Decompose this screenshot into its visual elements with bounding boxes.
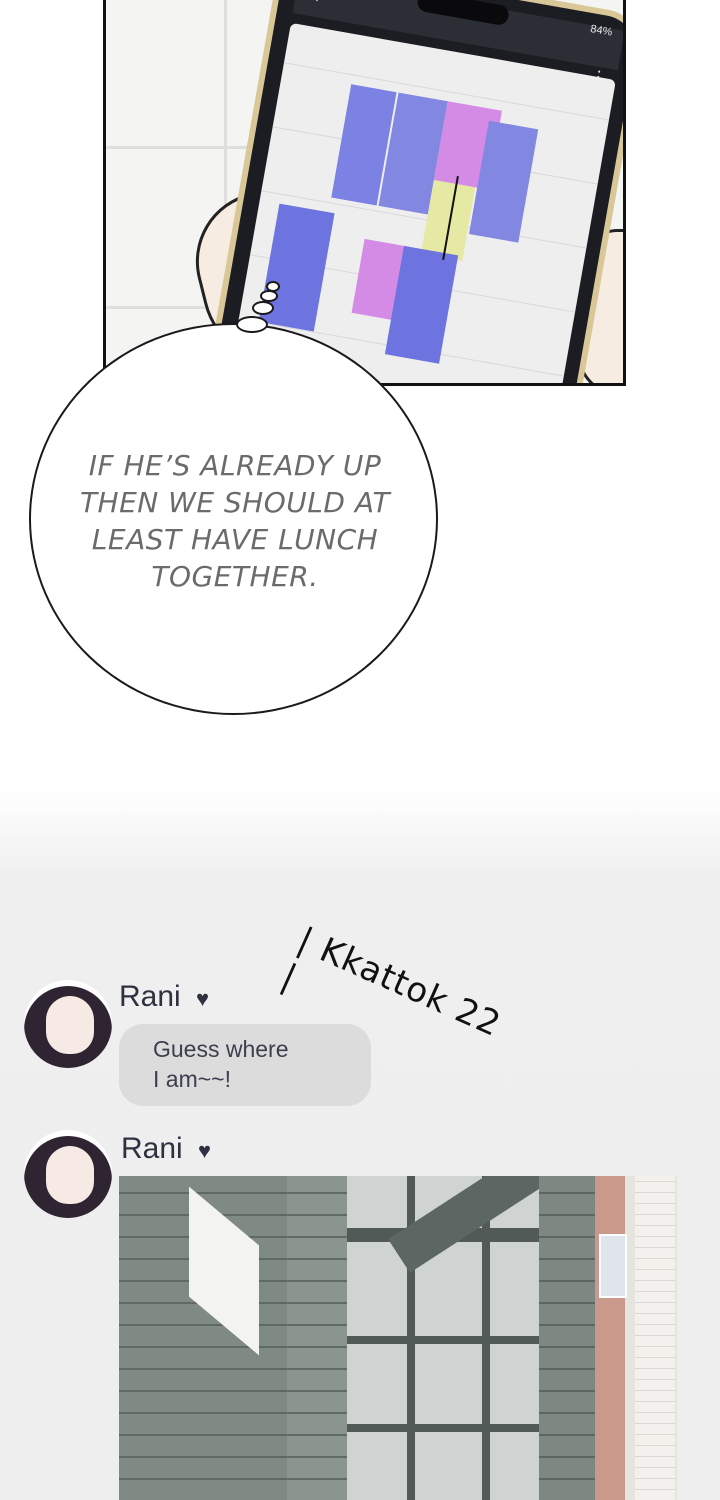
thought-text: If he’s already up then we should at lea… (79, 449, 391, 593)
message-line: I am~~! (153, 1066, 231, 1092)
thought-trail-dot (266, 281, 280, 292)
sender-name: Rani (121, 1132, 183, 1165)
heart-icon: ♥ (198, 1138, 212, 1163)
avatar-face (46, 1146, 94, 1204)
brick-wall (287, 1176, 347, 1500)
sender-name: Rani (119, 980, 181, 1013)
heart-icon: ♥ (196, 986, 210, 1011)
avatar-face (46, 996, 94, 1054)
thought-trail-dot (236, 316, 268, 333)
chat-message-bubble[interactable]: Guess where I am~~! (119, 1024, 371, 1106)
thought-trail-dot (252, 301, 274, 315)
avatar[interactable] (24, 1130, 112, 1218)
avatar[interactable] (24, 980, 112, 1068)
brick-pillar (539, 1176, 597, 1500)
chat-photo-attachment[interactable] (119, 1176, 677, 1500)
neighbor-building (595, 1176, 677, 1500)
message-line: Guess where (153, 1036, 289, 1062)
thought-trail-dot (260, 290, 278, 302)
comic-panel: 84% ‹ ⋮ (103, 0, 626, 386)
